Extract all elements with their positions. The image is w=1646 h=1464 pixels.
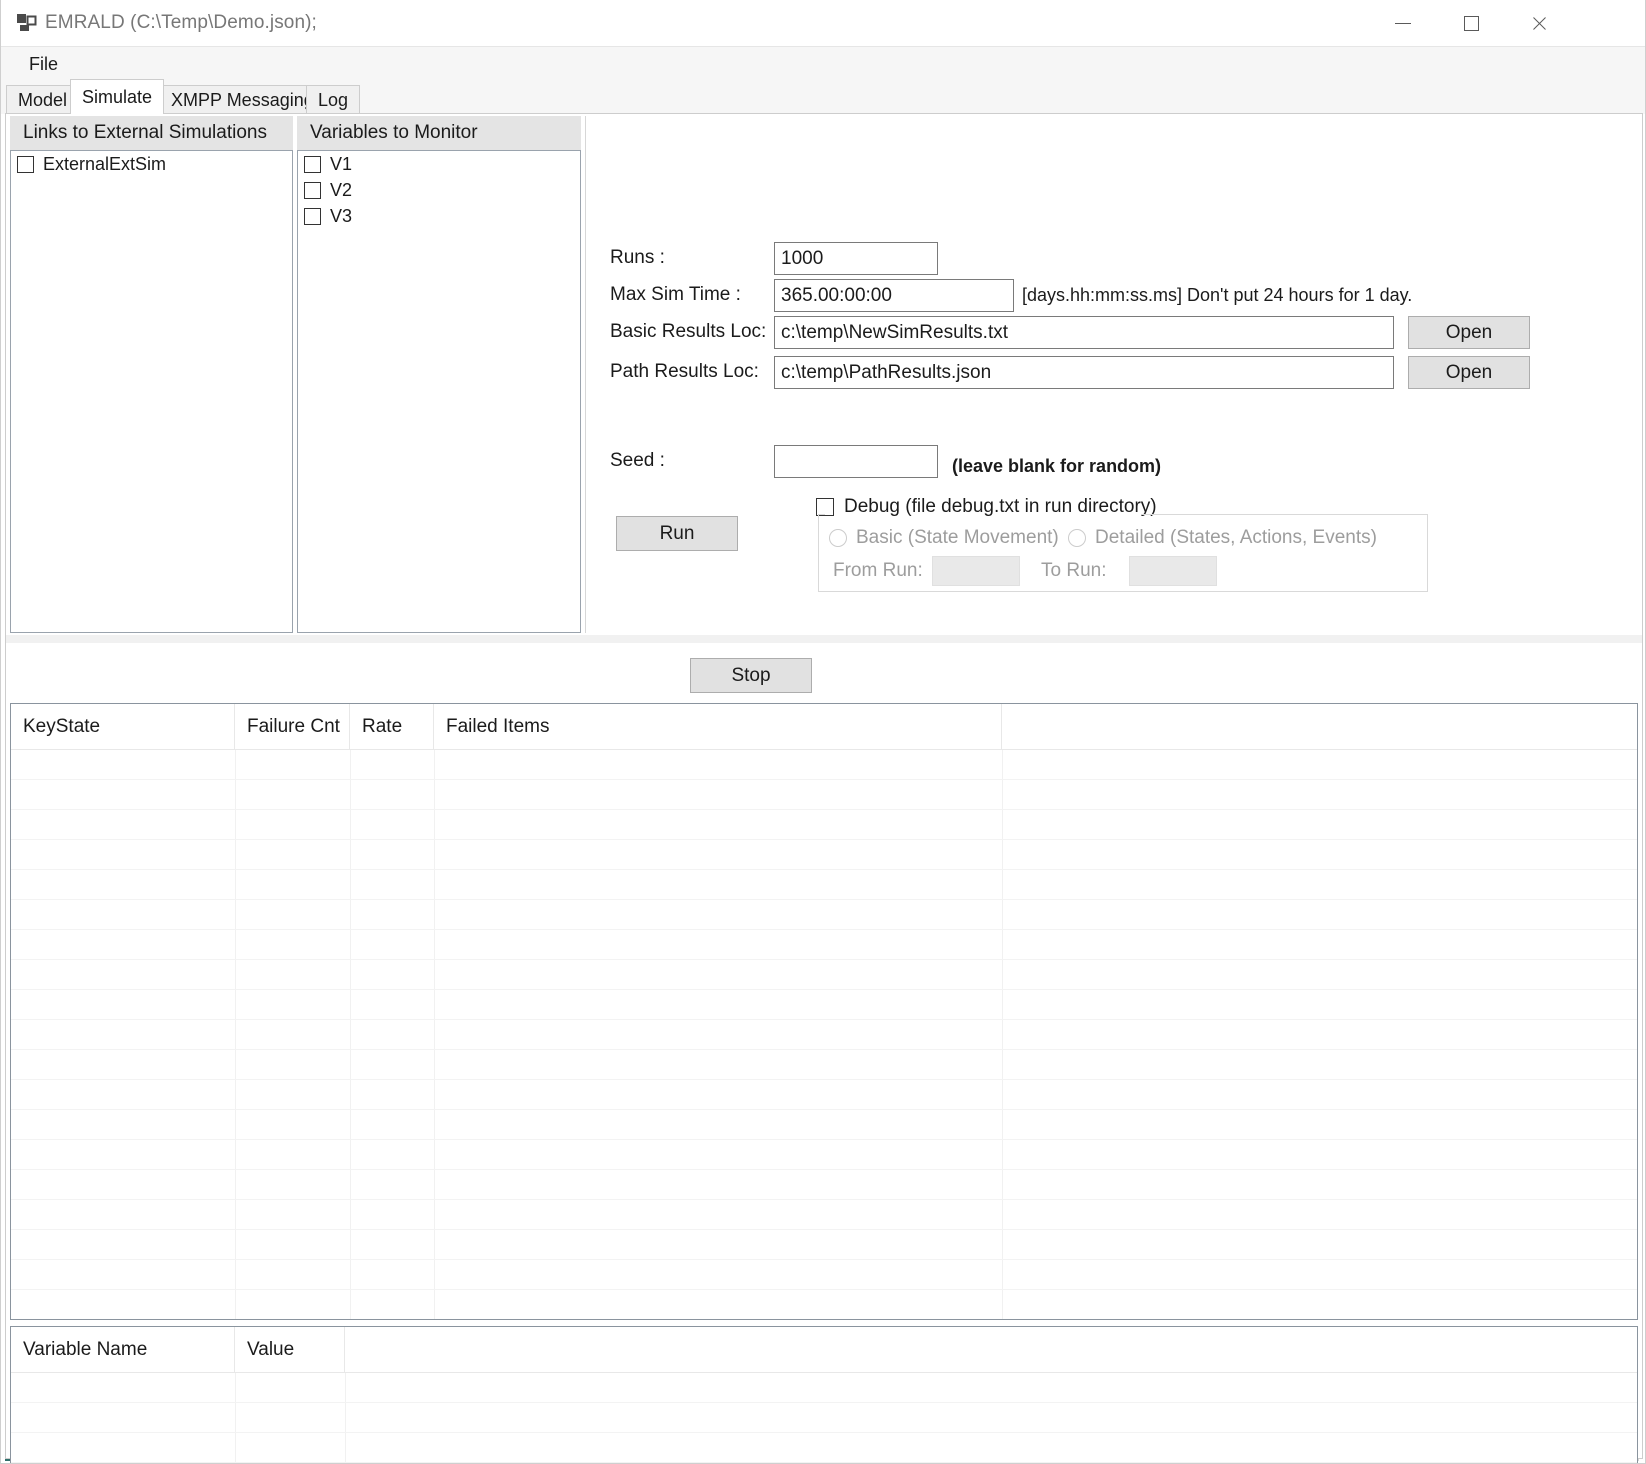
emrald-main-window: EMRALD (C:\Temp\Demo.json); File Model S…: [0, 0, 1646, 1464]
application-icon: [17, 14, 37, 32]
checkbox-icon[interactable]: [304, 207, 321, 225]
results-grid[interactable]: KeyState Failure Cnt Rate Failed Items: [10, 703, 1638, 1320]
list-item-label: V1: [330, 153, 353, 174]
table-row[interactable]: [11, 900, 1637, 930]
table-row[interactable]: [11, 1260, 1637, 1290]
debug-detailed-radio-label: Detailed (States, Actions, Events): [1095, 527, 1377, 548]
debug-basic-radio[interactable]: Basic (State Movement): [829, 527, 1059, 549]
close-icon: [1531, 16, 1547, 32]
variables-grid-body: [11, 1373, 1637, 1463]
results-grid-body: [11, 750, 1637, 1319]
window-title: EMRALD (C:\Temp\Demo.json);: [45, 12, 317, 33]
variables-panel-header: Variables to Monitor: [297, 116, 581, 150]
table-row[interactable]: [11, 840, 1637, 870]
minimize-icon: [1395, 23, 1411, 24]
column-header-filler: [1002, 704, 1637, 750]
column-header-rate[interactable]: Rate: [350, 704, 434, 750]
table-row[interactable]: [11, 1170, 1637, 1200]
list-item-label: V2: [330, 179, 353, 200]
list-item[interactable]: V1: [298, 151, 580, 177]
table-row[interactable]: [11, 1140, 1637, 1170]
table-row[interactable]: [11, 990, 1637, 1020]
debug-detailed-radio[interactable]: Detailed (States, Actions, Events): [1068, 527, 1377, 549]
table-row[interactable]: [11, 1080, 1637, 1110]
close-button[interactable]: [1505, 0, 1573, 47]
results-grid-header: KeyState Failure Cnt Rate Failed Items: [11, 704, 1637, 750]
path-results-open-button[interactable]: Open: [1408, 356, 1530, 389]
seed-label: Seed :: [610, 450, 665, 471]
radio-icon[interactable]: [1068, 529, 1086, 547]
seed-input[interactable]: [774, 445, 938, 478]
from-run-input[interactable]: [932, 556, 1020, 586]
basic-results-loc-label: Basic Results Loc:: [610, 321, 767, 342]
checkbox-icon[interactable]: [304, 181, 321, 199]
variables-grid[interactable]: Variable Name Value: [10, 1326, 1638, 1463]
basic-results-loc-input[interactable]: [774, 316, 1394, 349]
table-row[interactable]: [11, 1050, 1637, 1080]
column-header-variable-name[interactable]: Variable Name: [11, 1327, 235, 1373]
max-sim-time-input[interactable]: [774, 279, 1014, 312]
from-run-label: From Run:: [833, 560, 923, 581]
path-results-loc-label: Path Results Loc:: [610, 361, 759, 382]
table-row[interactable]: [11, 1230, 1637, 1260]
basic-results-open-button[interactable]: Open: [1408, 316, 1530, 349]
column-header-failure-cnt[interactable]: Failure Cnt: [235, 704, 350, 750]
variables-listbox[interactable]: V1 V2 V3: [297, 150, 581, 633]
title-bar: EMRALD (C:\Temp\Demo.json);: [1, 0, 1645, 47]
maximize-icon: [1463, 16, 1479, 31]
table-row[interactable]: [11, 1403, 1637, 1433]
runs-input[interactable]: [774, 242, 938, 275]
table-row[interactable]: [11, 1110, 1637, 1140]
table-row[interactable]: [11, 1200, 1637, 1230]
debug-options-group: Basic (State Movement) Detailed (States,…: [818, 514, 1428, 592]
links-listbox[interactable]: ExternalExtSim: [10, 150, 293, 633]
maximize-button[interactable]: [1437, 0, 1505, 47]
checkbox-icon[interactable]: [304, 155, 321, 173]
tab-model[interactable]: Model: [6, 85, 80, 114]
table-row[interactable]: [11, 1433, 1637, 1463]
simulate-tab-page: Links to External Simulations ExternalEx…: [5, 113, 1643, 1463]
vertical-splitter[interactable]: [585, 116, 586, 633]
list-item[interactable]: V3: [298, 203, 580, 229]
table-row[interactable]: [11, 780, 1637, 810]
variables-grid-header: Variable Name Value: [11, 1327, 1637, 1373]
table-row[interactable]: [11, 870, 1637, 900]
run-button[interactable]: Run: [616, 516, 738, 551]
runs-label: Runs :: [610, 247, 665, 268]
max-sim-time-note: [days.hh:mm:ss.ms] Don't put 24 hours fo…: [1022, 285, 1413, 305]
menu-item-file[interactable]: File: [19, 51, 68, 78]
list-item-label: ExternalExtSim: [43, 153, 167, 174]
table-row[interactable]: [11, 810, 1637, 840]
to-run-input[interactable]: [1129, 556, 1217, 586]
to-run-label: To Run:: [1041, 560, 1107, 581]
radio-icon[interactable]: [829, 529, 847, 547]
path-results-loc-input[interactable]: [774, 356, 1394, 389]
stop-button[interactable]: Stop: [690, 658, 812, 693]
list-item-label: V3: [330, 205, 353, 226]
column-header-value[interactable]: Value: [235, 1327, 345, 1373]
list-item[interactable]: ExternalExtSim: [11, 151, 292, 177]
max-sim-time-label: Max Sim Time :: [610, 284, 741, 305]
seed-note: (leave blank for random): [952, 456, 1162, 476]
tab-strip: Model Simulate XMPP Messaging Log: [1, 79, 1645, 114]
table-row[interactable]: [11, 1373, 1637, 1403]
checkbox-icon[interactable]: [17, 155, 34, 173]
tab-simulate[interactable]: Simulate: [70, 79, 165, 114]
minimize-button[interactable]: [1369, 0, 1437, 47]
links-panel-header: Links to External Simulations: [10, 116, 293, 150]
table-row[interactable]: [11, 1020, 1637, 1050]
table-row[interactable]: [11, 750, 1637, 780]
list-item[interactable]: V2: [298, 177, 580, 203]
table-row[interactable]: [11, 1290, 1637, 1319]
column-header-failed-items[interactable]: Failed Items: [434, 704, 1002, 750]
menu-bar: File: [1, 47, 1645, 79]
column-header-keystate[interactable]: KeyState: [11, 704, 235, 750]
horizontal-splitter[interactable]: [6, 635, 1642, 643]
column-header-filler: [345, 1327, 1637, 1373]
tab-log[interactable]: Log: [306, 85, 361, 114]
debug-basic-radio-label: Basic (State Movement): [856, 527, 1059, 548]
tab-xmpp-messaging[interactable]: XMPP Messaging: [159, 85, 326, 114]
table-row[interactable]: [11, 930, 1637, 960]
table-row[interactable]: [11, 960, 1637, 990]
